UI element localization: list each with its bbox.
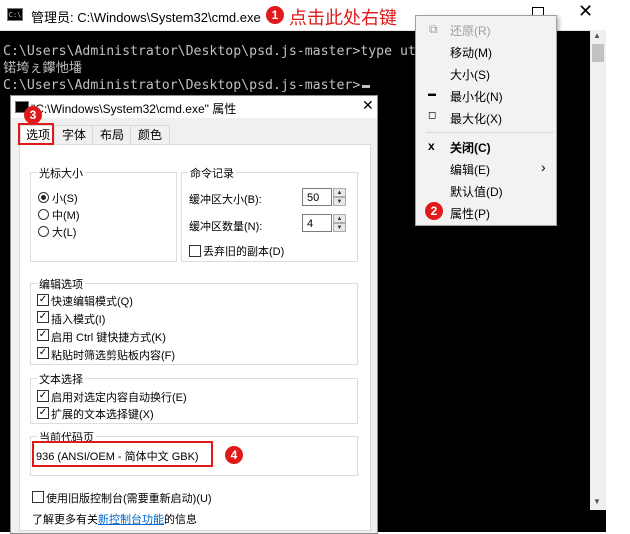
console-line-1: C:\Users\Administrator\Desktop\psd.js-ma…	[3, 44, 416, 59]
menu-item-minimize[interactable]: 最小化(N)	[450, 88, 503, 105]
properties-titlebar[interactable]: "C:\Windows\System32\cmd.exe" 属性 ✕	[11, 96, 377, 118]
scroll-down-icon[interactable]: ▼	[593, 497, 601, 506]
menu-item-properties[interactable]: 属性(P)	[450, 205, 490, 222]
cmd-window-title: 管理员: C:\Windows\System32\cmd.exe	[31, 10, 261, 25]
scroll-thumb[interactable]	[592, 44, 604, 62]
properties-close-button[interactable]: ✕	[362, 97, 374, 114]
menu-item-defaults[interactable]: 默认值(D)	[450, 183, 503, 200]
cursor-large-radio[interactable]	[38, 226, 49, 237]
cursor-large-label: 大(L)	[52, 227, 77, 239]
cursor-medium-label: 中(M)	[52, 210, 80, 222]
extended-keys-checkbox[interactable]: ✓	[37, 407, 49, 419]
buffer-size-up[interactable]: ▲	[333, 188, 346, 197]
text-selection-label: 文本选择	[37, 371, 85, 387]
chevron-right-icon: ›	[541, 159, 546, 175]
legacy-console-checkbox[interactable]	[32, 491, 44, 503]
paste-filter-checkbox[interactable]: ✓	[37, 347, 49, 359]
annotation-1-badge: 1	[266, 6, 284, 24]
console-scrollbar[interactable]	[590, 30, 606, 510]
learn-more-text: 了解更多有关新控制台功能的信息	[32, 511, 197, 527]
menu-item-move[interactable]: 移动(M)	[450, 44, 492, 61]
cursor-size-label: 光标大小	[37, 165, 85, 181]
tab-layout[interactable]: 布局	[92, 125, 132, 145]
cursor-small-radio[interactable]	[38, 192, 49, 203]
learn-more-prefix: 了解更多有关	[32, 514, 98, 526]
tab-colors[interactable]: 颜色	[130, 125, 170, 145]
annotation-4-highlight	[32, 441, 213, 467]
buffer-count-down[interactable]: ▼	[333, 223, 346, 232]
restore-icon: ⧉	[429, 22, 438, 36]
quick-edit-checkbox[interactable]: ✓	[37, 294, 49, 306]
menu-separator	[426, 132, 554, 133]
buffer-count-input[interactable]: 4	[302, 214, 332, 232]
discard-old-checkbox[interactable]	[189, 245, 201, 257]
menu-item-edit[interactable]: 编辑(E)	[450, 161, 490, 178]
system-context-menu: ⧉ 还原(R) 移动(M) 大小(S) ▬ 最小化(N) ◻ 最大化(X) x …	[415, 15, 557, 226]
cursor-small-label: 小(S)	[52, 193, 78, 205]
insert-mode-label: 插入模式(I)	[51, 314, 106, 326]
menu-item-maximize[interactable]: 最大化(X)	[450, 110, 502, 127]
buffer-size-input[interactable]: 50	[302, 188, 332, 206]
annotation-2-badge: 2	[425, 202, 443, 220]
menu-item-close[interactable]: 关闭(C)	[450, 139, 491, 156]
menu-item-restore[interactable]: 还原(R)	[450, 22, 491, 39]
buffer-size-label: 缓冲区大小(B):	[189, 194, 262, 206]
annotation-3-badge: 3	[24, 106, 42, 124]
discard-old-label: 丢弃旧的副本(D)	[203, 246, 285, 258]
insert-mode-checkbox[interactable]: ✓	[37, 311, 49, 323]
annotation-4-badge: 4	[225, 446, 243, 464]
console-line-2: 锘垮ぇ鑻忚墦	[3, 61, 83, 76]
minimize-icon: ▬	[428, 89, 436, 98]
tab-font[interactable]: 字体	[54, 125, 94, 145]
buffer-count-up[interactable]: ▲	[333, 214, 346, 223]
properties-title: "C:\Windows\System32\cmd.exe" 属性	[31, 102, 237, 116]
buffer-count-label: 缓冲区数量(N):	[189, 221, 263, 233]
maximize-icon: ◻	[428, 110, 437, 121]
command-history-label: 命令记录	[188, 165, 236, 181]
new-console-features-link[interactable]: 新控制台功能	[98, 514, 164, 526]
console-cursor	[362, 85, 370, 88]
close-icon: x	[428, 139, 435, 153]
ctrl-shortcuts-label: 启用 Ctrl 键快捷方式(K)	[51, 332, 166, 344]
learn-more-suffix: 的信息	[164, 514, 197, 526]
extended-keys-label: 扩展的文本选择键(X)	[51, 409, 154, 421]
ctrl-shortcuts-checkbox[interactable]: ✓	[37, 329, 49, 341]
scroll-up-icon[interactable]: ▲	[593, 31, 601, 40]
auto-wrap-label: 启用对选定内容自动换行(E)	[51, 392, 187, 404]
annotation-1-text: 点击此处右键	[289, 8, 397, 29]
cursor-medium-radio[interactable]	[38, 209, 49, 220]
quick-edit-label: 快速编辑模式(Q)	[51, 296, 133, 308]
legacy-console-label: 使用旧版控制台(需要重新启动)(U)	[46, 493, 212, 505]
cmd-app-icon[interactable]: C:\	[7, 8, 23, 21]
buffer-size-down[interactable]: ▼	[333, 197, 346, 206]
paste-filter-label: 粘贴时筛选剪贴板内容(F)	[51, 350, 176, 362]
auto-wrap-checkbox[interactable]: ✓	[37, 390, 49, 402]
close-button[interactable]: ✕	[578, 1, 593, 22]
console-line-3: C:\Users\Administrator\Desktop\psd.js-ma…	[3, 78, 361, 93]
edit-options-label: 编辑选项	[37, 276, 85, 292]
menu-item-size[interactable]: 大小(S)	[450, 66, 490, 83]
annotation-3-highlight	[18, 123, 54, 145]
